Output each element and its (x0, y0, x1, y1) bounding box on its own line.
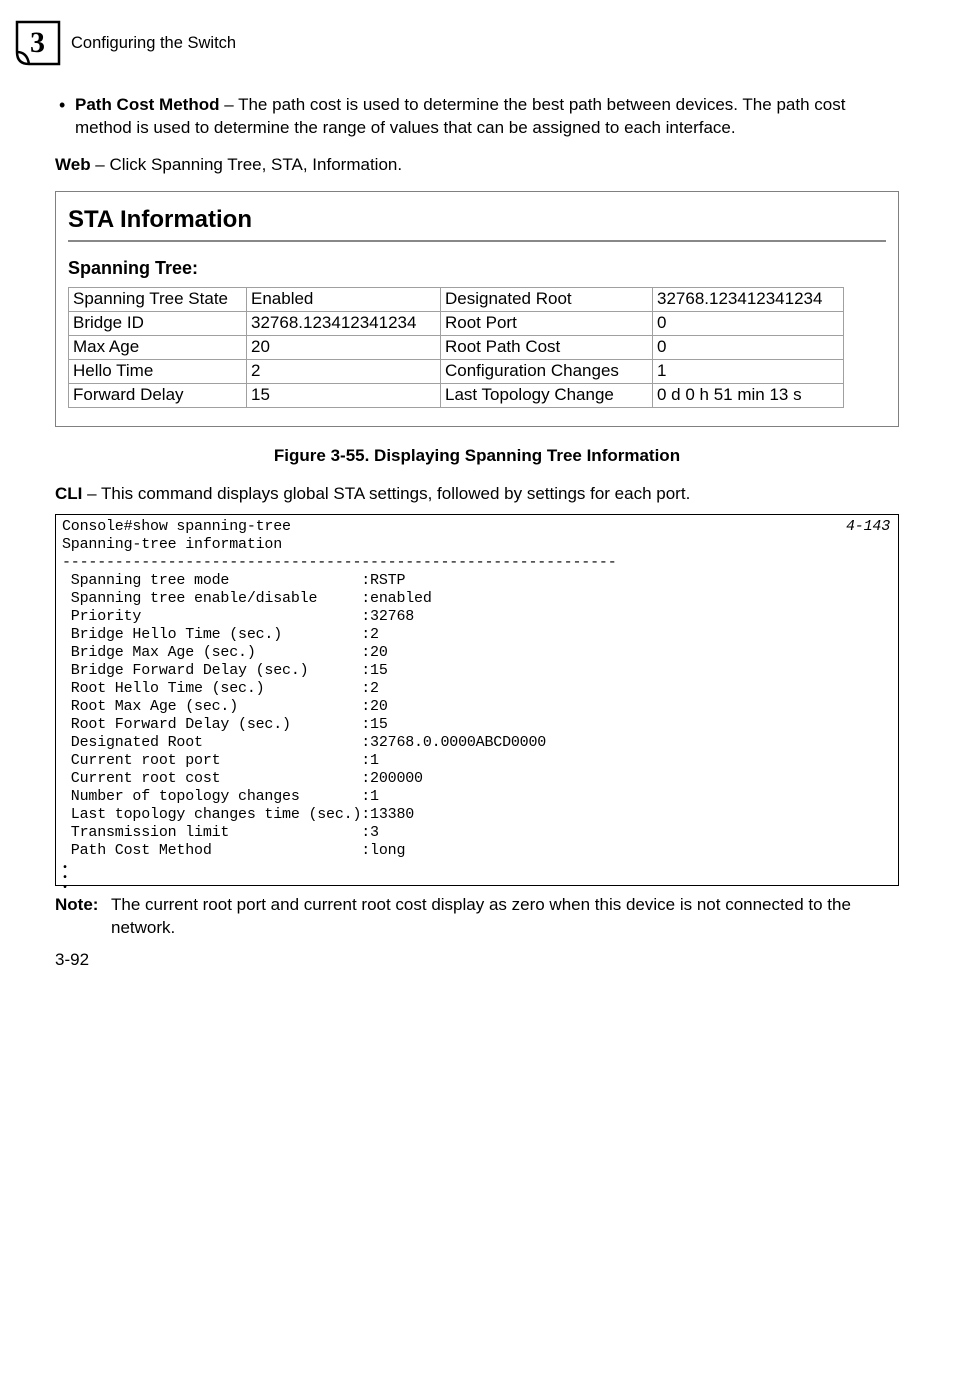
cell: Designated Root (441, 287, 653, 311)
bullet-dot: • (59, 94, 75, 140)
bullet-item: • Path Cost Method – The path cost is us… (59, 94, 899, 140)
table-row: Forward Delay 15 Last Topology Change 0 … (69, 383, 844, 407)
cell: 20 (247, 335, 441, 359)
table-row: Bridge ID 32768.123412341234 Root Port 0 (69, 311, 844, 335)
cell: Enabled (247, 287, 441, 311)
cell: 1 (653, 359, 844, 383)
sta-tbody: Spanning Tree State Enabled Designated R… (69, 287, 844, 407)
sta-subtitle: Spanning Tree: (68, 256, 888, 280)
cell: 32768.123412341234 (247, 311, 441, 335)
note-text: The current root port and current root c… (111, 894, 899, 940)
sta-table: Spanning Tree State Enabled Designated R… (68, 287, 844, 408)
chapter-badge: 3 (15, 20, 61, 66)
cli-output-box: 4-143 Console#show spanning-tree Spannin… (55, 514, 899, 886)
cell: 15 (247, 383, 441, 407)
sta-divider (68, 240, 886, 242)
cell: 2 (247, 359, 441, 383)
cell: Root Port (441, 311, 653, 335)
cell: 0 (653, 335, 844, 359)
cell: Configuration Changes (441, 359, 653, 383)
cell: 32768.123412341234 (653, 287, 844, 311)
cell: Hello Time (69, 359, 247, 383)
web-instruction: Web – Click Spanning Tree, STA, Informat… (55, 154, 899, 177)
cli-output: Console#show spanning-tree Spanning-tree… (62, 518, 892, 860)
cell: 0 d 0 h 51 min 13 s (653, 383, 844, 407)
table-row: Hello Time 2 Configuration Changes 1 (69, 359, 844, 383)
running-header: 3 Configuring the Switch (15, 20, 899, 66)
cell: Max Age (69, 335, 247, 359)
cli-instruction: CLI – This command displays global STA s… (55, 483, 899, 506)
page-number: 3-92 (55, 949, 89, 972)
note: Note: The current root port and current … (55, 894, 899, 940)
cell: Spanning Tree State (69, 287, 247, 311)
cell: Bridge ID (69, 311, 247, 335)
web-text: – Click Spanning Tree, STA, Information. (91, 155, 403, 174)
sta-title: STA Information (68, 204, 888, 236)
figure-caption: Figure 3-55. Displaying Spanning Tree In… (55, 445, 899, 468)
bullet-term: Path Cost Method (75, 95, 220, 114)
web-label: Web (55, 155, 91, 174)
bullet-text: Path Cost Method – The path cost is used… (75, 94, 899, 140)
table-row: Max Age 20 Root Path Cost 0 (69, 335, 844, 359)
chapter-title: Configuring the Switch (71, 32, 236, 54)
cell: Root Path Cost (441, 335, 653, 359)
cli-label: CLI (55, 484, 82, 503)
cell: Last Topology Change (441, 383, 653, 407)
note-label: Note: (55, 894, 111, 940)
cell: 0 (653, 311, 844, 335)
cli-text: – This command displays global STA setti… (82, 484, 690, 503)
cli-page-ref: 4-143 (846, 518, 890, 536)
cell: Forward Delay (69, 383, 247, 407)
table-row: Spanning Tree State Enabled Designated R… (69, 287, 844, 311)
sta-information-panel: STA Information Spanning Tree: Spanning … (55, 191, 899, 427)
chapter-number: 3 (30, 23, 45, 64)
